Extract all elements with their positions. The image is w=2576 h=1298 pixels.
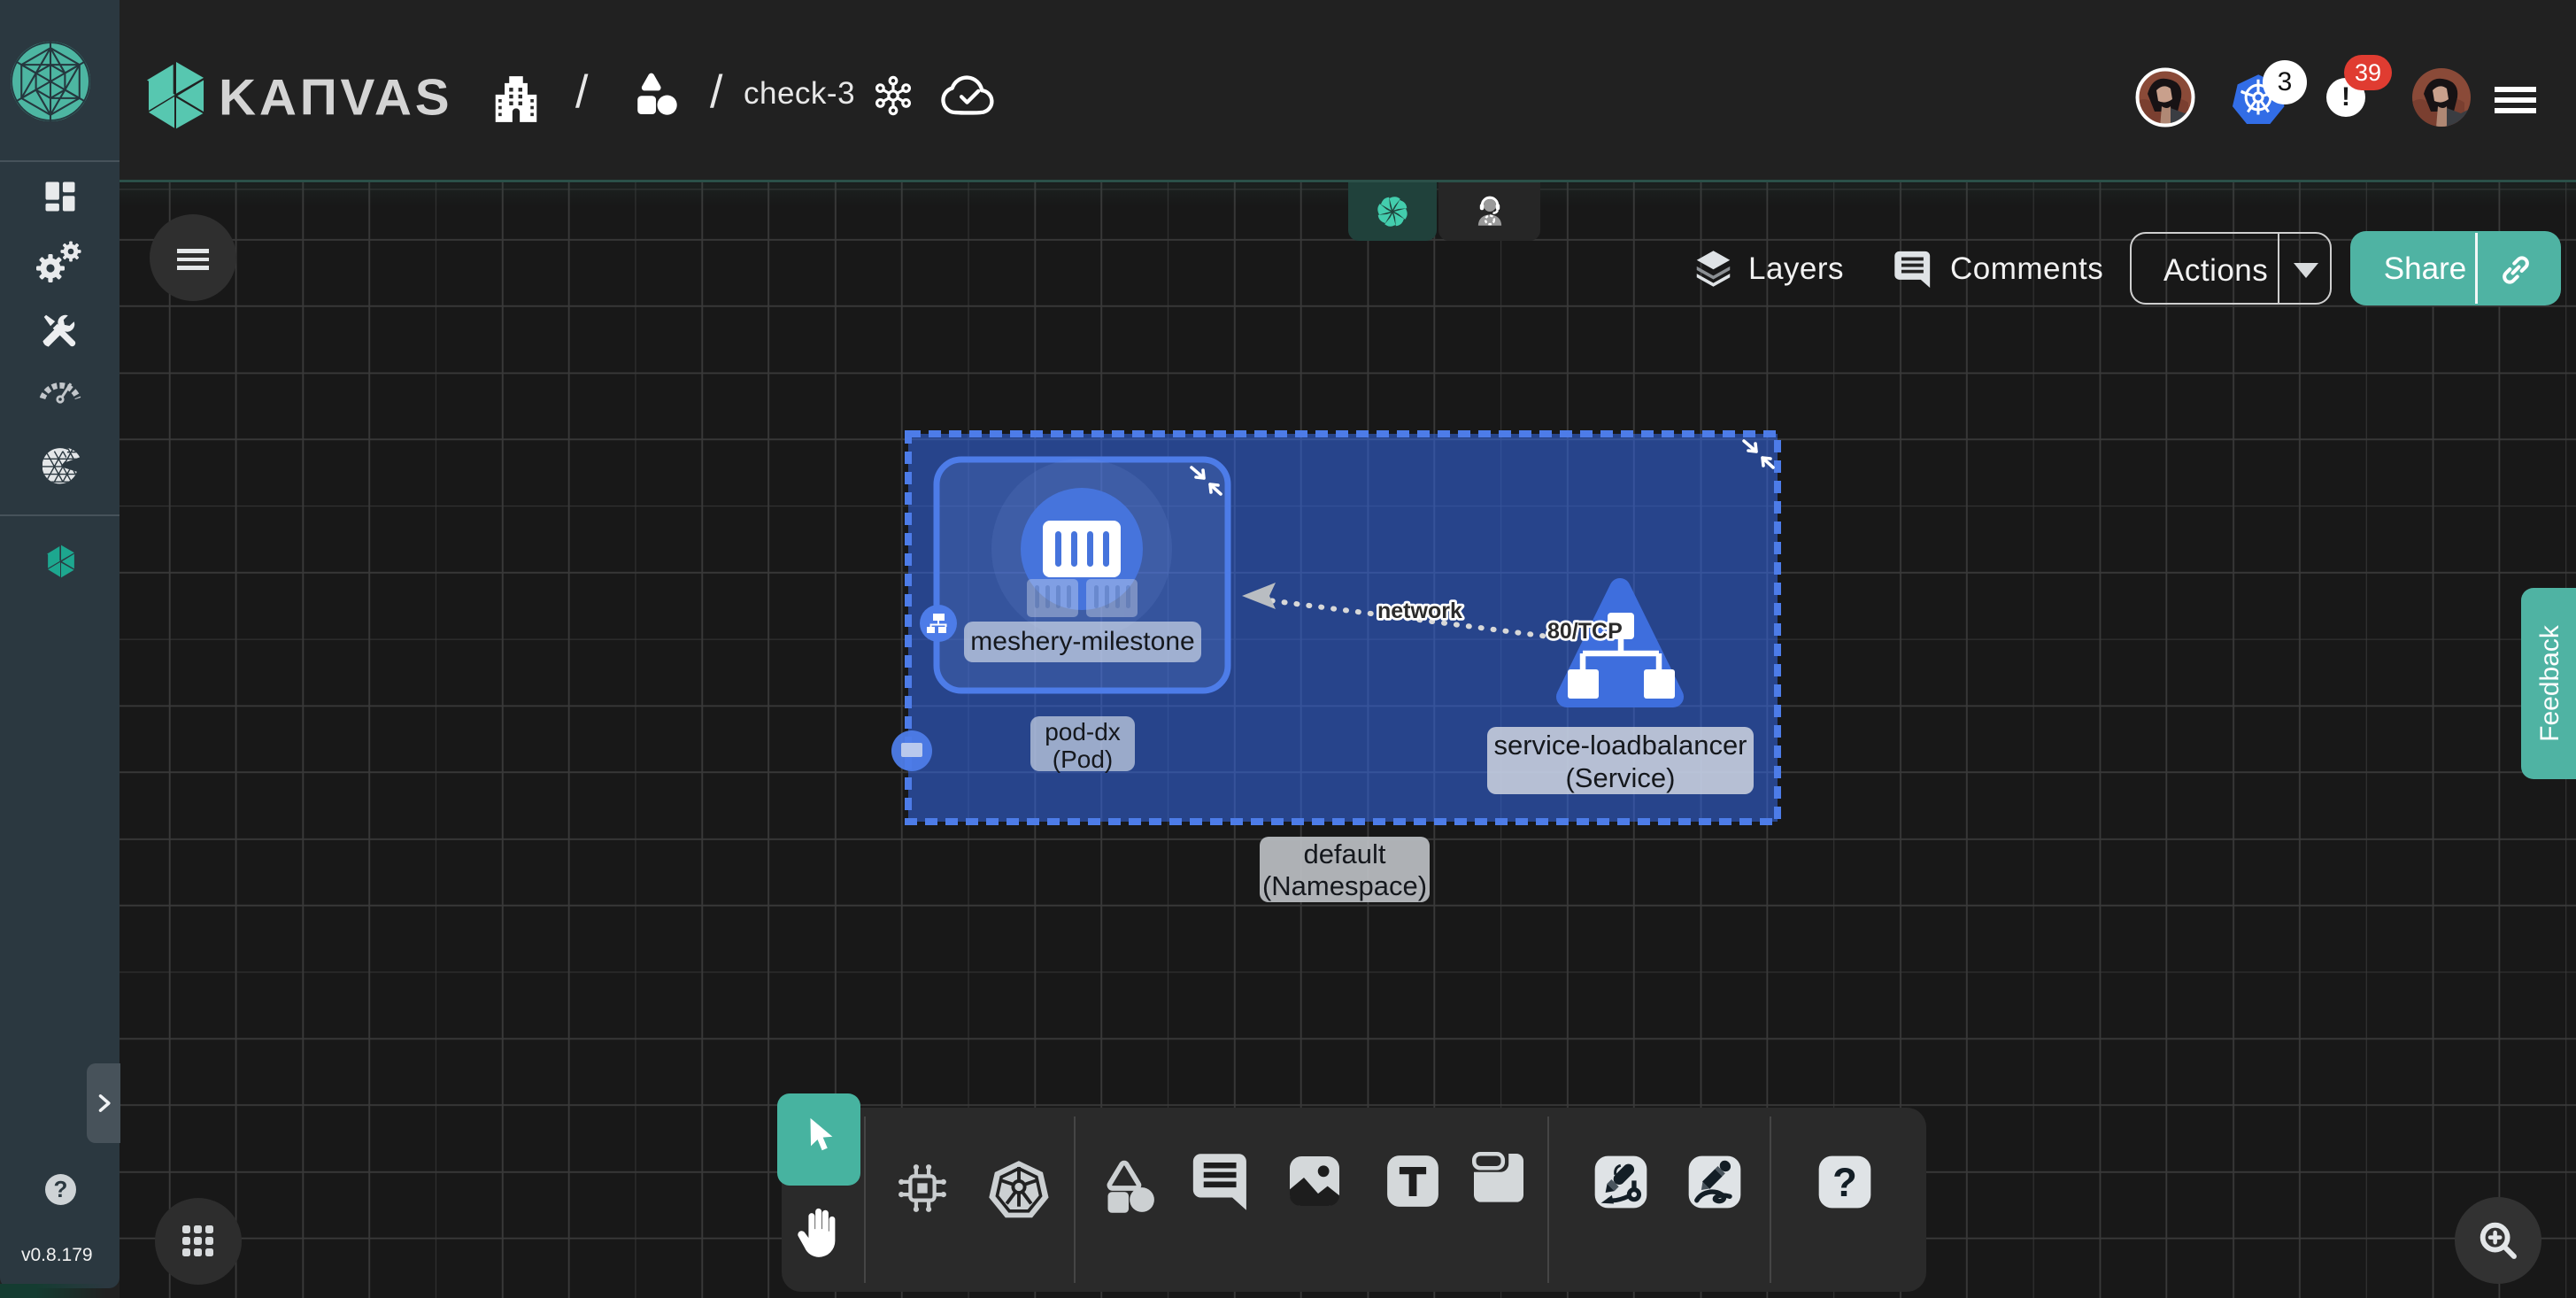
svg-text:?: ? <box>1832 1160 1857 1205</box>
svg-text:network: network <box>1377 599 1462 623</box>
svg-text:80/TCP: 80/TCP <box>1547 619 1623 644</box>
